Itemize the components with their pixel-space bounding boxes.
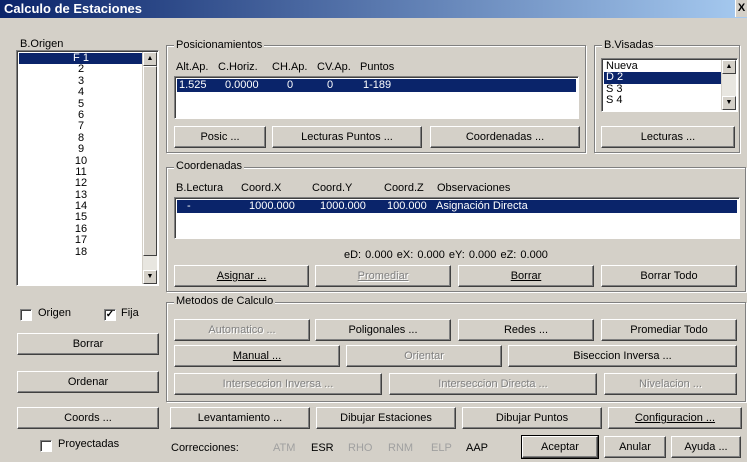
cell-blectura: -: [187, 200, 191, 212]
cell-cvap: 0: [327, 79, 334, 91]
cell-z: 100.000: [387, 200, 427, 212]
cell-altap: 1.525: [179, 79, 207, 91]
origen-scrollbar[interactable]: ▲ ▼: [142, 52, 157, 284]
pos-header-cvap: CV.Ap.: [317, 61, 351, 73]
dibujar-estaciones-button[interactable]: Dibujar Estaciones: [316, 407, 456, 429]
visadas-scrollbar[interactable]: ▲ ▼: [721, 60, 736, 110]
proyectadas-label: Proyectadas: [58, 438, 120, 450]
corr-esr: ESR: [311, 442, 334, 454]
pos-header-altap: Alt.Ap.: [176, 61, 209, 73]
redes-button[interactable]: Redes ...: [458, 319, 594, 341]
lecturas-puntos-button[interactable]: Lecturas Puntos ...: [272, 126, 422, 148]
borrar-button[interactable]: Borrar: [17, 333, 159, 355]
manual-label: Manual ...: [232, 350, 282, 362]
promediar-label: Promediar: [357, 270, 409, 282]
asignar-button[interactable]: Asignar ...: [174, 265, 309, 287]
corr-atm: ATM: [273, 442, 296, 454]
origen-label: B.Origen: [18, 38, 66, 50]
configuracion-button[interactable]: Configuracion ...: [608, 407, 742, 429]
list-item[interactable]: S 4: [604, 94, 722, 106]
cell-chap: 0: [287, 79, 294, 91]
cell-y: 1000.000: [320, 200, 366, 212]
scroll-up-icon[interactable]: ▲: [722, 60, 736, 74]
corr-rnm: RNM: [388, 442, 414, 454]
scroll-up-icon[interactable]: ▲: [143, 52, 157, 66]
list-item[interactable]: 9: [19, 143, 143, 155]
window-title: Calculo de Estaciones: [4, 1, 142, 16]
cell-obs: Asignación Directa: [436, 200, 528, 212]
list-item[interactable]: 18: [19, 246, 143, 258]
posicionamientos-list[interactable]: 1.525 0.0000 0 0 1-189: [174, 76, 579, 119]
corr-aap: AAP: [466, 442, 489, 454]
posicionamientos-label: Posicionamientos: [174, 39, 265, 51]
promediar-todo-button[interactable]: Promediar Todo: [601, 319, 737, 341]
coordenadas-label: Coordenadas: [174, 160, 245, 172]
error-readout: eD: 0.000 eX: 0.000 eY: 0.000 eZ: 0.000: [344, 249, 548, 261]
automatico-button[interactable]: Automatico ...: [174, 319, 310, 341]
ordenar-button[interactable]: Ordenar: [17, 371, 159, 393]
nivelacion-button[interactable]: Nivelacion ...: [604, 373, 737, 395]
scroll-down-icon[interactable]: ▼: [722, 96, 736, 110]
close-button[interactable]: X: [735, 0, 747, 17]
corr-elp: ELP: [431, 442, 452, 454]
orientar-button[interactable]: Orientar: [346, 345, 502, 367]
list-item[interactable]: 17: [19, 235, 143, 246]
promediar-button[interactable]: Promediar: [315, 265, 451, 287]
coord-header-z: Coord.Z: [384, 182, 424, 194]
anular-button[interactable]: Anular: [604, 436, 666, 458]
asignar-label: Asignar ...: [216, 270, 267, 282]
corr-rho: RHO: [348, 442, 373, 454]
coord-header-obs: Observaciones: [437, 182, 511, 194]
proyectadas-checkbox[interactable]: [40, 440, 52, 452]
biseccion-inversa-button[interactable]: Biseccion Inversa ...: [508, 345, 737, 367]
interseccion-directa-button[interactable]: Interseccion Directa ...: [389, 373, 597, 395]
cell-puntos: 1-189: [363, 79, 392, 91]
visadas-label: B.Visadas: [602, 39, 656, 51]
pos-header-puntos: Puntos: [360, 61, 395, 73]
cell-x: 1000.000: [249, 200, 295, 212]
fija-checkbox-label: Fija: [121, 307, 139, 319]
coords-button[interactable]: Coords ...: [17, 407, 159, 429]
aceptar-button[interactable]: Aceptar: [521, 435, 599, 459]
scroll-down-icon[interactable]: ▼: [143, 270, 157, 284]
configuracion-label: Configuracion ...: [634, 412, 716, 424]
pos-header-chap: CH.Ap.: [272, 61, 308, 73]
table-row[interactable]: - 1000.000 1000.000 100.000 Asignación D…: [177, 200, 737, 213]
borrar-coord-button[interactable]: Borrar: [458, 265, 594, 287]
correcciones-label: Correcciones:: [171, 442, 239, 454]
coord-header-blectura: B.Lectura: [176, 182, 224, 194]
cell-choriz: 0.0000: [225, 79, 259, 91]
origen-checkbox-label: Origen: [38, 307, 72, 319]
borrar-coord-label: Borrar: [510, 270, 542, 282]
borrar-todo-button[interactable]: Borrar Todo: [601, 265, 737, 287]
posic-button[interactable]: Posic ...: [174, 126, 266, 148]
metodos-label: Metodos de Calculo: [174, 295, 276, 307]
poligonales-button[interactable]: Poligonales ...: [315, 319, 451, 341]
pos-header-choriz: C.Horiz.: [218, 61, 258, 73]
coord-header-y: Coord.Y: [312, 182, 353, 194]
list-item[interactable]: 12: [19, 178, 143, 189]
interseccion-inversa-button[interactable]: Interseccion Inversa ...: [174, 373, 382, 395]
coordenadas-list[interactable]: - 1000.000 1000.000 100.000 Asignación D…: [174, 197, 740, 239]
list-item[interactable]: 4: [19, 86, 143, 98]
title-bar: Calculo de Estaciones: [0, 0, 747, 18]
promediar-todo-label: Promediar Todo: [630, 324, 708, 336]
coordenadas-button[interactable]: Coordenadas ...: [430, 126, 580, 148]
levantamiento-button[interactable]: Levantamiento ...: [170, 407, 310, 429]
fija-checkbox[interactable]: ✓: [104, 309, 116, 321]
dibujar-puntos-button[interactable]: Dibujar Puntos: [462, 407, 602, 429]
manual-button[interactable]: Manual ...: [174, 345, 340, 367]
ayuda-button[interactable]: Ayuda ...: [671, 436, 741, 458]
scroll-thumb[interactable]: [143, 66, 157, 256]
coord-header-x: Coord.X: [241, 182, 282, 194]
visadas-lecturas-button[interactable]: Lecturas ...: [601, 126, 735, 148]
origen-checkbox[interactable]: [20, 309, 32, 321]
visadas-list[interactable]: Nueva D 2S 3S 4 ▲ ▼: [601, 58, 738, 112]
origen-list[interactable]: F 1 2 3 4 5 6 7 8 9 10 11 12 13 14 15 16 17 18 ▲ ▼: [16, 50, 159, 286]
table-row[interactable]: 1.525 0.0000 0 0 1-189: [177, 79, 576, 92]
